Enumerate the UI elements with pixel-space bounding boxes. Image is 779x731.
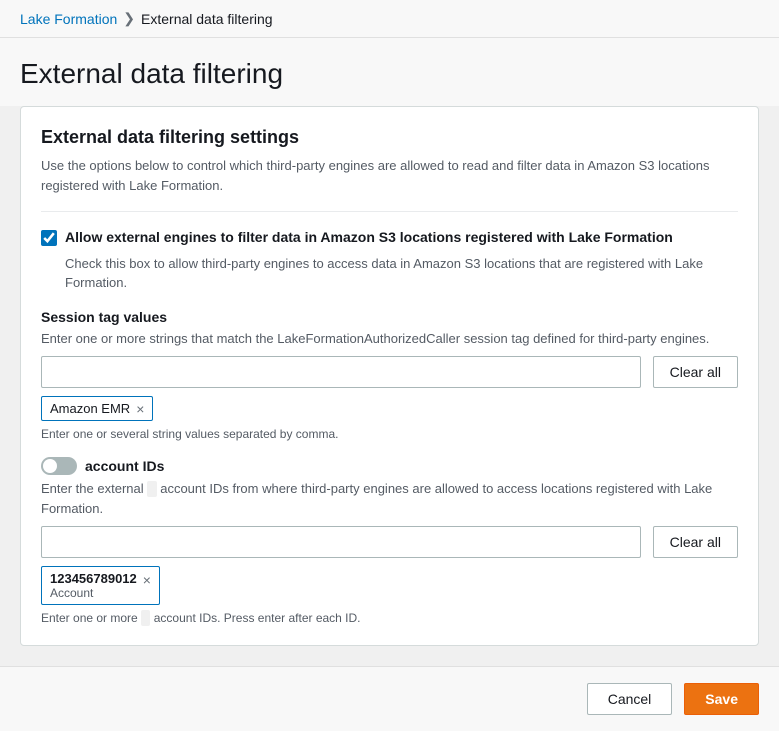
session-tag-helper: Enter one or several string values separ…	[41, 427, 738, 441]
session-tag-container: Amazon EMR ×	[41, 396, 738, 421]
card-title: External data filtering settings	[41, 127, 738, 148]
footer: Cancel Save	[0, 666, 779, 731]
account-ids-helper: Enter one or more account IDs. Press ent…	[41, 611, 738, 625]
account-tag-row: 123456789012 Account ×	[50, 571, 151, 600]
allow-engines-label[interactable]: Allow external engines to filter data in…	[65, 228, 673, 248]
breadcrumb-current: External data filtering	[141, 11, 273, 27]
session-tag-label: Session tag values	[41, 309, 738, 325]
breadcrumb-bar: Lake Formation ❯ External data filtering	[0, 0, 779, 38]
toggle-slider	[41, 457, 77, 475]
account-ids-helper-prefix: Enter one or more	[41, 611, 138, 625]
card-description: Use the options below to control which t…	[41, 156, 738, 195]
session-tag-input-row: Clear all	[41, 356, 738, 388]
close-icon: ×	[136, 402, 144, 416]
account-tag-remove-button[interactable]: ×	[143, 572, 151, 588]
session-tag-description: Enter one or more strings that match the…	[41, 329, 738, 349]
account-ids-label-row: account IDs	[41, 457, 738, 475]
divider-1	[41, 211, 738, 212]
account-tag-item: 123456789012 Account ×	[41, 566, 160, 605]
account-ids-section-label: account IDs	[85, 458, 164, 474]
cancel-button[interactable]: Cancel	[587, 683, 673, 715]
session-tag-label-text: Amazon EMR	[50, 401, 130, 416]
breadcrumb-parent-link[interactable]: Lake Formation	[20, 11, 117, 27]
settings-card: External data filtering settings Use the…	[20, 106, 759, 646]
account-id-type: Account	[50, 586, 137, 600]
account-ids-highlight	[147, 481, 156, 497]
session-tag-clear-all-button[interactable]: Clear all	[653, 356, 738, 388]
save-button[interactable]: Save	[684, 683, 759, 715]
account-ids-input[interactable]	[41, 526, 641, 558]
breadcrumb-separator: ❯	[123, 10, 135, 27]
account-id-value: 123456789012	[50, 571, 137, 586]
account-ids-clear-all-button[interactable]: Clear all	[653, 526, 738, 558]
session-tag-remove-button[interactable]: ×	[136, 402, 144, 416]
page-title: External data filtering	[20, 58, 759, 90]
allow-engines-checkbox[interactable]	[41, 230, 57, 246]
account-ids-helper-rest: account IDs. Press enter after each ID.	[154, 611, 361, 625]
allow-engines-checkbox-row: Allow external engines to filter data in…	[41, 228, 738, 248]
account-ids-input-row: Clear all	[41, 526, 738, 558]
account-ids-toggle[interactable]	[41, 457, 77, 475]
allow-engines-sublabel: Check this box to allow third-party engi…	[65, 254, 738, 293]
close-icon: ×	[143, 572, 151, 588]
session-tag-input[interactable]	[41, 356, 641, 388]
account-tag-content: 123456789012 Account	[50, 571, 137, 600]
account-ids-description: Enter the external account IDs from wher…	[41, 479, 738, 518]
session-tag-amazon-emr: Amazon EMR ×	[41, 396, 153, 421]
main-content: External data filtering settings Use the…	[0, 106, 779, 666]
page-header: External data filtering	[0, 38, 779, 106]
account-ids-tag-container: 123456789012 Account ×	[41, 566, 738, 605]
account-ids-desc-prefix: Enter the external	[41, 481, 144, 496]
account-ids-helper-highlight	[141, 610, 150, 626]
